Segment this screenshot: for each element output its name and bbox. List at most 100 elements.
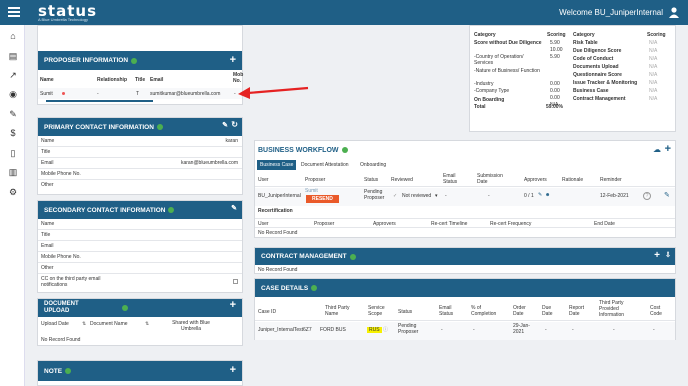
score-col-category-2: Category	[573, 32, 595, 38]
share-icon[interactable]: ↗	[8, 70, 18, 80]
info-icon[interactable]	[341, 147, 348, 154]
case-status: Pending Proposer	[398, 323, 419, 335]
field-label: Other	[41, 182, 54, 188]
gear-icon[interactable]: ⚙	[8, 187, 18, 197]
case-details-header: CASE DETAILS	[255, 279, 675, 297]
col-title: Title	[135, 77, 146, 83]
document-panel: DOCUMENT UPLOAD + Upload Date ⇅ Document…	[37, 298, 243, 346]
sort-icon[interactable]: ⇅	[82, 321, 86, 327]
field-label: Other	[41, 265, 54, 271]
col-third-party: Third Party Name	[325, 305, 350, 317]
tab-business-case[interactable]: Business Case	[257, 160, 297, 170]
horizontal-scrollbar[interactable]	[46, 100, 153, 102]
sort-icon[interactable]: ⇅	[145, 321, 149, 327]
edit-icon[interactable]: ✎	[664, 191, 670, 199]
info-icon[interactable]	[349, 253, 356, 260]
add-contract-button[interactable]: +	[654, 250, 660, 261]
history-icon[interactable]: ↻	[231, 120, 238, 129]
col-shared: Shared with Blue Umbrella	[172, 320, 210, 332]
info-icon[interactable]	[156, 124, 163, 130]
tab-onboarding[interactable]: Onboarding	[357, 160, 389, 170]
case-row[interactable]: Juniper_InternalTest6Z7 FORD BUS RUS ⓘ P…	[255, 322, 675, 340]
info-circle-icon[interactable]: ⓘ	[383, 326, 388, 333]
score-value: N/A	[649, 96, 658, 102]
case-id[interactable]: Juniper_InternalTest6Z7	[258, 327, 312, 333]
field-label: Title	[41, 232, 51, 238]
proposer-panel: PROPOSER INFORMATION + Name Relationship…	[37, 25, 243, 105]
workflow-reminder: 12-Feb-2021	[600, 193, 629, 199]
reviewed-dropdown[interactable]: Not reviewed	[402, 193, 431, 199]
score-value: 5.90	[550, 54, 560, 60]
proposer-name: Sumit	[40, 91, 53, 97]
eye-icon[interactable]: ◉	[8, 89, 18, 99]
scoring-panel: Category Scoring Category Scoring Score …	[469, 25, 676, 132]
col-approvers: Approvers	[524, 177, 547, 183]
chart-icon[interactable]: ▥	[8, 167, 18, 177]
cc-checkbox[interactable]	[233, 279, 238, 284]
recert-title: Recertification	[258, 208, 293, 214]
workflow-proposer: Sumit	[305, 188, 318, 194]
case-third-party: FORD BUS	[320, 327, 346, 333]
cc-label: CC on the third party email notification…	[41, 276, 101, 288]
dropdown-caret-icon[interactable]: ▾	[435, 193, 438, 199]
score-label: Due Diligence Score	[573, 48, 622, 54]
col-document-name: Document Name	[90, 321, 128, 327]
user-icon[interactable]	[669, 7, 679, 18]
workflow-email-status: -	[445, 193, 447, 199]
building-icon[interactable]: ▤	[8, 51, 18, 61]
download-icon[interactable]: ⇩	[665, 251, 671, 259]
document-icon[interactable]: ▯	[8, 148, 18, 158]
add-proposer-button[interactable]: +	[230, 54, 236, 66]
field-label: Title	[41, 149, 51, 155]
field-label: Name	[41, 221, 55, 227]
resend-button[interactable]: RESEND	[306, 195, 339, 203]
case-scope: RUS	[367, 327, 382, 333]
case-email: -	[441, 327, 443, 333]
info-icon[interactable]	[65, 368, 72, 374]
workflow-row[interactable]: BU_JuniperInternal Sumit RESEND Pending …	[255, 188, 675, 206]
recert-header-row: User Proposer Approvers Re-cert Timeline…	[255, 218, 675, 228]
contract-title: CONTRACT MANAGEMENT	[261, 253, 347, 260]
case-due-date: -	[545, 327, 547, 333]
proposer-relationship: -	[97, 91, 99, 97]
attachment-icon[interactable]: ✎	[538, 192, 542, 198]
add-note-button[interactable]: +	[230, 364, 236, 376]
status-dot-icon	[62, 92, 65, 95]
score-label: Score without Due Diligence	[474, 40, 542, 46]
menu-icon[interactable]	[8, 7, 20, 17]
info-icon[interactable]	[122, 305, 128, 311]
edit-icon[interactable]: ✎	[231, 204, 237, 212]
case-order-date: 29-Jan-2021	[513, 323, 530, 335]
secondary-name-row: Name	[38, 219, 242, 230]
contract-panel: CONTRACT MANAGEMENT + ⇩ No Record Found	[254, 247, 676, 274]
add-document-button[interactable]: +	[230, 300, 236, 311]
col-case-id: Case ID	[258, 309, 277, 315]
info-icon[interactable]	[168, 207, 175, 213]
info-icon[interactable]	[311, 285, 318, 291]
person-icon[interactable]: ☻	[545, 192, 550, 198]
col-status: Status	[364, 177, 379, 183]
score-col-scoring: Scoring	[547, 32, 566, 38]
score-label: Contract Management	[573, 96, 626, 102]
help-icon[interactable]: ?	[643, 192, 651, 200]
cloud-upload-icon[interactable]: ☁	[653, 145, 661, 154]
info-icon[interactable]	[131, 57, 138, 64]
add-workflow-button[interactable]: +	[665, 143, 671, 155]
col-reminder: Reminder	[600, 177, 622, 183]
edit-icon[interactable]: ✎	[8, 109, 18, 119]
workflow-approvers: 0 / 1	[524, 193, 534, 199]
dollar-icon[interactable]: $	[8, 128, 18, 138]
secondary-contact-header: SECONDARY CONTACT INFORMATION ✎	[38, 201, 242, 219]
score-label: Risk Table	[573, 40, 598, 46]
home-icon[interactable]: ⌂	[8, 31, 18, 41]
proposer-row[interactable]: Sumit - T sumitkumar@blueumbrella.com -	[38, 88, 242, 99]
score-label: Questionnaire Score	[573, 72, 622, 78]
note-panel: NOTE +	[37, 360, 243, 386]
recert-col-approvers: Approvers	[373, 221, 396, 227]
secondary-mobile-row: Mobile Phone No.	[38, 252, 242, 263]
edit-icon[interactable]: ✎	[222, 121, 228, 129]
score-value: N/A	[649, 72, 658, 78]
proposer-header: PROPOSER INFORMATION +	[38, 51, 242, 70]
tab-document-attestation[interactable]: Document Attestation	[298, 160, 352, 170]
score-label: Documents Upload	[573, 64, 619, 70]
